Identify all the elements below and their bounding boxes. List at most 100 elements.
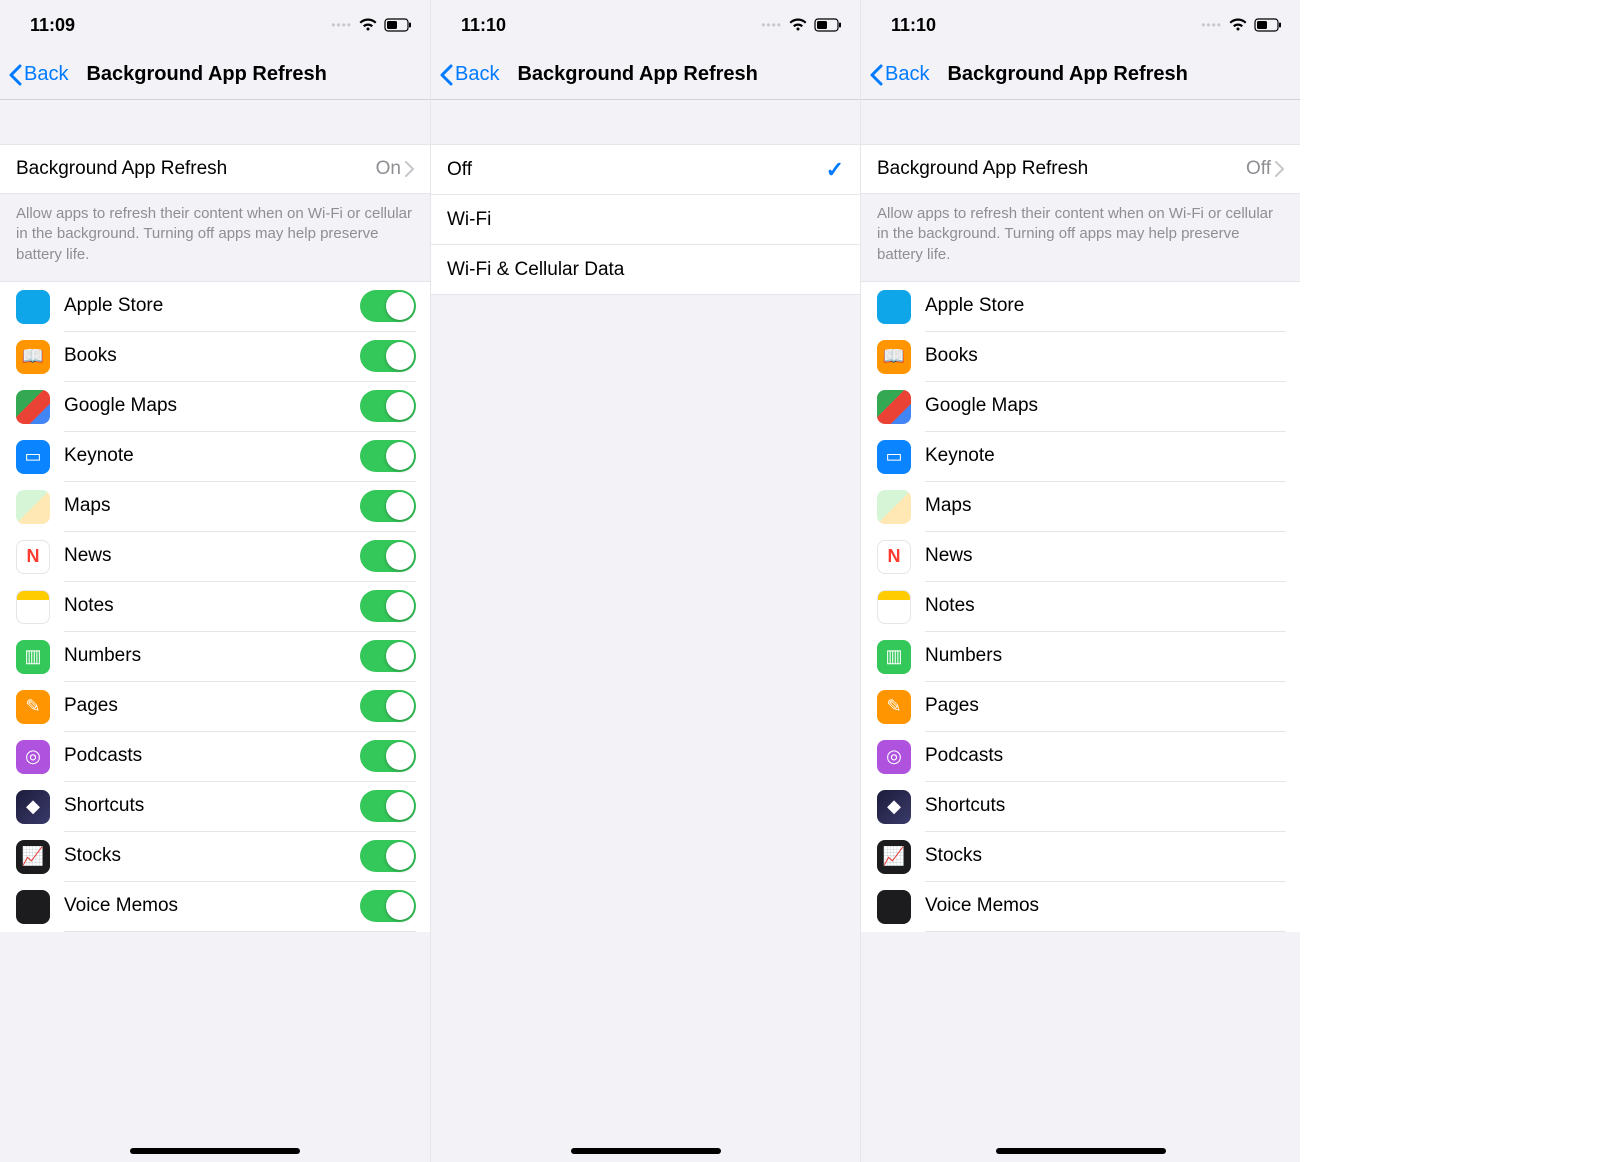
app-icon: 📈 — [16, 840, 50, 874]
nav-bar: Back Background App Refresh — [861, 50, 1300, 100]
home-indicator — [571, 1148, 721, 1154]
app-row: ◎Podcasts — [861, 732, 1300, 782]
option-row[interactable]: Off✓ — [431, 145, 860, 195]
app-toggle[interactable] — [360, 790, 416, 822]
app-name-label: Maps — [64, 495, 360, 517]
app-icon: ▥ — [16, 640, 50, 674]
app-row: 📖 Books — [861, 332, 1300, 382]
status-bar: 11:09 •••• — [0, 0, 430, 50]
app-row: N News — [861, 532, 1300, 582]
app-toggle[interactable] — [360, 640, 416, 672]
bar-setting-row[interactable]: Background App Refresh On — [0, 144, 430, 194]
back-button[interactable]: Back — [439, 63, 499, 86]
app-row: ▭ Keynote — [0, 432, 430, 482]
chevron-left-icon — [869, 64, 883, 86]
app-toggle[interactable] — [360, 840, 416, 872]
bar-setting-label: Background App Refresh — [877, 158, 1088, 180]
app-row: ◎Podcasts — [0, 732, 430, 782]
app-toggle[interactable] — [360, 340, 416, 372]
app-name-label: Shortcuts — [925, 795, 1286, 817]
app-row: 📈 Stocks — [0, 832, 430, 882]
battery-icon — [1254, 18, 1282, 32]
app-row: Maps — [0, 482, 430, 532]
app-icon: ◆ — [877, 790, 911, 824]
app-name-label: News — [925, 545, 1286, 567]
app-name-label: Numbers — [925, 645, 1286, 667]
app-row: Notes — [0, 582, 430, 632]
option-row[interactable]: Wi-Fi & Cellular Data — [431, 245, 860, 295]
status-icons: •••• — [761, 18, 842, 32]
bar-setting-value: Off — [1246, 158, 1284, 180]
back-button[interactable]: Back — [8, 63, 68, 86]
checkmark-icon: ✓ — [826, 157, 844, 183]
app-row: Google Maps — [861, 382, 1300, 432]
cellular-dots-icon: •••• — [331, 18, 352, 32]
section-spacer — [431, 100, 860, 144]
status-time: 11:10 — [461, 15, 506, 36]
cellular-dots-icon: •••• — [761, 18, 782, 32]
wifi-icon — [788, 18, 808, 32]
bar-setting-label: Background App Refresh — [16, 158, 227, 180]
screen-2: 11:10 •••• Back Background App Refresh O… — [430, 0, 860, 1162]
app-icon: ✎ — [16, 690, 50, 724]
home-indicator — [996, 1148, 1166, 1154]
app-name-label: Notes — [925, 595, 1286, 617]
app-row: Apple Store — [861, 282, 1300, 332]
app-list: Apple Store📖BooksGoogle Maps▭KeynoteMaps… — [0, 281, 430, 932]
status-icons: •••• — [1201, 18, 1282, 32]
status-bar: 11:10 •••• — [861, 0, 1300, 50]
app-name-label: Apple Store — [64, 295, 360, 317]
app-toggle[interactable] — [360, 590, 416, 622]
app-icon: ▥ — [877, 640, 911, 674]
app-row: ▥ Numbers — [861, 632, 1300, 682]
app-toggle[interactable] — [360, 440, 416, 472]
app-toggle[interactable] — [360, 690, 416, 722]
wifi-icon — [358, 18, 378, 32]
page-title: Background App Refresh — [947, 63, 1187, 86]
section-spacer — [0, 100, 430, 144]
app-row: Voice Memos — [861, 882, 1300, 932]
chevron-left-icon — [8, 64, 22, 86]
battery-icon — [814, 18, 842, 32]
app-name-label: Shortcuts — [64, 795, 360, 817]
app-icon — [16, 490, 50, 524]
back-button[interactable]: Back — [869, 63, 929, 86]
option-row[interactable]: Wi-Fi — [431, 195, 860, 245]
app-icon — [16, 290, 50, 324]
screen-3: 11:10 •••• Back Background App Refresh B… — [860, 0, 1300, 1162]
app-icon: ▭ — [16, 440, 50, 474]
app-row: NNews — [0, 532, 430, 582]
app-name-label: Stocks — [64, 845, 360, 867]
chevron-right-icon — [1275, 161, 1284, 177]
app-icon: ◆ — [16, 790, 50, 824]
app-icon: 📖 — [877, 340, 911, 374]
app-name-label: Notes — [64, 595, 360, 617]
app-toggle[interactable] — [360, 740, 416, 772]
app-icon: 📖 — [16, 340, 50, 374]
app-icon — [877, 490, 911, 524]
wifi-icon — [1228, 18, 1248, 32]
app-icon — [16, 890, 50, 924]
app-row: Voice Memos — [0, 882, 430, 932]
nav-bar: Back Background App Refresh — [431, 50, 860, 100]
app-row: Google Maps — [0, 382, 430, 432]
app-toggle[interactable] — [360, 290, 416, 322]
app-icon: N — [877, 540, 911, 574]
cellular-dots-icon: •••• — [1201, 18, 1222, 32]
app-row: 📈Stocks — [861, 832, 1300, 882]
back-label: Back — [885, 63, 929, 86]
app-row: Apple Store — [0, 282, 430, 332]
app-toggle[interactable] — [360, 490, 416, 522]
app-toggle[interactable] — [360, 390, 416, 422]
app-name-label: News — [64, 545, 360, 567]
app-row: ◆ Shortcuts — [0, 782, 430, 832]
app-name-label: Books — [925, 345, 1286, 367]
app-row: ▭Keynote — [861, 432, 1300, 482]
app-toggle[interactable] — [360, 890, 416, 922]
app-icon: ▭ — [877, 440, 911, 474]
footer-text: Allow apps to refresh their content when… — [0, 194, 430, 281]
page-title: Background App Refresh — [517, 63, 757, 86]
app-name-label: Keynote — [64, 445, 360, 467]
app-toggle[interactable] — [360, 540, 416, 572]
bar-setting-row[interactable]: Background App Refresh Off — [861, 144, 1300, 194]
